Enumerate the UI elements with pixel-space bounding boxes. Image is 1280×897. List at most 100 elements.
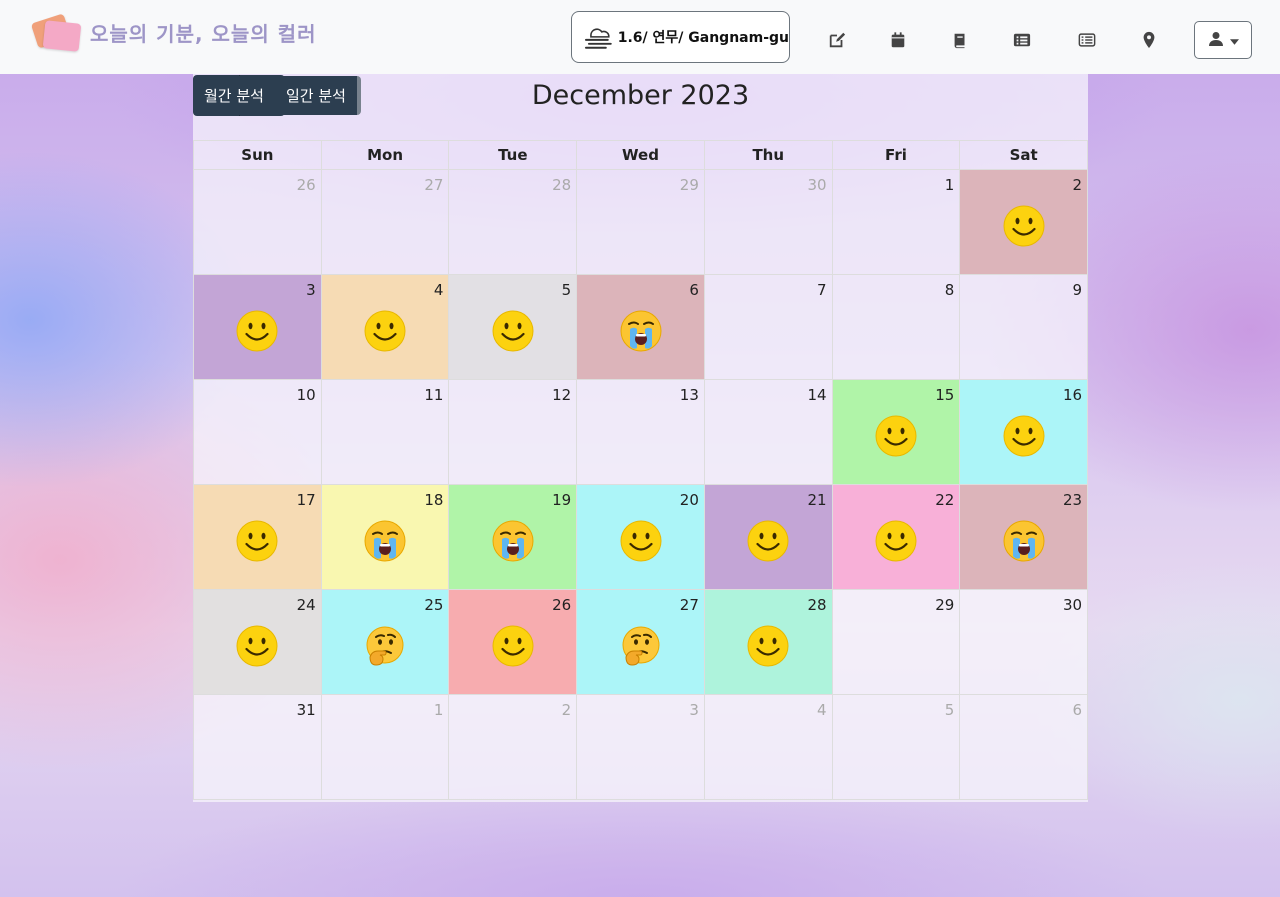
day-cell[interactable]: 31 — [193, 695, 322, 800]
smile-emoji-icon[interactable] — [1003, 205, 1045, 247]
day-number[interactable]: 1 — [945, 176, 955, 194]
day-number[interactable]: 4 — [817, 701, 827, 719]
book-icon[interactable] — [950, 30, 970, 50]
day-cell[interactable]: 2 — [960, 170, 1089, 275]
day-number[interactable]: 30 — [1063, 596, 1082, 614]
day-number[interactable]: 11 — [424, 386, 443, 404]
day-number[interactable]: 23 — [1063, 491, 1082, 509]
day-number[interactable]: 21 — [808, 491, 827, 509]
day-cell[interactable]: 14 — [704, 380, 833, 485]
day-cell[interactable]: 1 — [321, 695, 450, 800]
day-cell[interactable]: 3 — [577, 695, 705, 800]
day-cell[interactable]: 27 — [321, 170, 450, 275]
calendar-icon[interactable] — [888, 30, 908, 50]
day-number[interactable]: 2 — [562, 701, 572, 719]
day-number[interactable]: 2 — [1072, 176, 1082, 194]
daily-analysis-button[interactable]: 일간 분석 — [274, 76, 357, 115]
day-number[interactable]: 29 — [680, 176, 699, 194]
day-cell[interactable]: 19 — [449, 485, 578, 590]
day-cell[interactable]: 4 — [704, 695, 833, 800]
day-number[interactable]: 16 — [1063, 386, 1082, 404]
thinking-emoji-icon[interactable] — [364, 625, 406, 667]
day-cell[interactable]: 7 — [704, 275, 833, 380]
cry-emoji-icon[interactable] — [492, 520, 534, 562]
brand-link[interactable]: 오늘의 기분, 오늘의 컬러 — [30, 12, 317, 52]
day-number[interactable]: 22 — [935, 491, 954, 509]
day-number[interactable]: 10 — [297, 386, 316, 404]
cry-emoji-icon[interactable] — [620, 310, 662, 352]
day-number[interactable]: 25 — [424, 596, 443, 614]
day-number[interactable]: 26 — [297, 176, 316, 194]
day-number[interactable]: 18 — [424, 491, 443, 509]
day-number[interactable]: 15 — [935, 386, 954, 404]
smile-emoji-icon[interactable] — [492, 625, 534, 667]
day-number[interactable]: 6 — [1072, 701, 1082, 719]
smile-emoji-icon[interactable] — [364, 310, 406, 352]
day-cell[interactable]: 2 — [449, 695, 578, 800]
smile-emoji-icon[interactable] — [875, 415, 917, 457]
day-number[interactable]: 30 — [808, 176, 827, 194]
smile-emoji-icon[interactable] — [620, 520, 662, 562]
day-cell[interactable]: 24 — [193, 590, 322, 695]
day-cell[interactable]: 9 — [960, 275, 1089, 380]
day-cell[interactable]: 10 — [193, 380, 322, 485]
day-number[interactable]: 26 — [552, 596, 571, 614]
day-number[interactable]: 13 — [680, 386, 699, 404]
day-cell[interactable]: 29 — [832, 590, 961, 695]
day-number[interactable]: 28 — [808, 596, 827, 614]
day-number[interactable]: 6 — [689, 281, 699, 299]
day-number[interactable]: 7 — [817, 281, 827, 299]
day-number[interactable]: 5 — [945, 701, 955, 719]
user-menu-button[interactable] — [1194, 21, 1252, 59]
day-cell[interactable]: 25 — [321, 590, 450, 695]
day-number[interactable]: 3 — [306, 281, 316, 299]
day-number[interactable]: 12 — [552, 386, 571, 404]
day-cell[interactable]: 12 — [449, 380, 578, 485]
smile-emoji-icon[interactable] — [236, 520, 278, 562]
smile-emoji-icon[interactable] — [747, 625, 789, 667]
day-number[interactable]: 20 — [680, 491, 699, 509]
day-cell[interactable]: 15 — [832, 380, 961, 485]
list-icon[interactable] — [1077, 30, 1097, 50]
edit-icon[interactable] — [827, 30, 847, 50]
monthly-analysis-button[interactable]: 월간 분석 — [193, 76, 275, 115]
day-number[interactable]: 19 — [552, 491, 571, 509]
day-cell[interactable]: 30 — [960, 590, 1089, 695]
day-number[interactable]: 1 — [434, 701, 444, 719]
day-cell[interactable]: 26 — [449, 590, 578, 695]
day-number[interactable]: 3 — [689, 701, 699, 719]
smile-emoji-icon[interactable] — [236, 625, 278, 667]
day-number[interactable]: 28 — [552, 176, 571, 194]
day-cell[interactable]: 11 — [321, 380, 450, 485]
day-number[interactable]: 5 — [562, 281, 572, 299]
day-cell[interactable]: 17 — [193, 485, 322, 590]
cry-emoji-icon[interactable] — [364, 520, 406, 562]
day-cell[interactable]: 3 — [193, 275, 322, 380]
day-cell[interactable]: 4 — [321, 275, 450, 380]
thinking-emoji-icon[interactable] — [620, 625, 662, 667]
day-number[interactable]: 9 — [1072, 281, 1082, 299]
smile-emoji-icon[interactable] — [236, 310, 278, 352]
map-marker-icon[interactable] — [1139, 30, 1159, 50]
smile-emoji-icon[interactable] — [492, 310, 534, 352]
day-cell[interactable]: 1 — [832, 170, 961, 275]
day-number[interactable]: 27 — [424, 176, 443, 194]
day-cell[interactable]: 21 — [704, 485, 833, 590]
day-cell[interactable]: 30 — [704, 170, 833, 275]
day-cell[interactable]: 8 — [832, 275, 961, 380]
day-cell[interactable]: 13 — [577, 380, 705, 485]
smile-emoji-icon[interactable] — [875, 520, 917, 562]
smile-emoji-icon[interactable] — [747, 520, 789, 562]
day-cell[interactable]: 22 — [832, 485, 961, 590]
day-cell[interactable]: 27 — [577, 590, 705, 695]
day-cell[interactable]: 28 — [704, 590, 833, 695]
day-number[interactable]: 17 — [297, 491, 316, 509]
day-cell[interactable]: 6 — [577, 275, 705, 380]
cry-emoji-icon[interactable] — [1003, 520, 1045, 562]
day-cell[interactable]: 5 — [449, 275, 578, 380]
smile-emoji-icon[interactable] — [1003, 415, 1045, 457]
day-number[interactable]: 4 — [434, 281, 444, 299]
day-cell[interactable]: 6 — [960, 695, 1089, 800]
day-cell[interactable]: 5 — [832, 695, 961, 800]
weather-widget[interactable]: 1.6/ 연무/ Gangnam-gu — [571, 11, 790, 63]
